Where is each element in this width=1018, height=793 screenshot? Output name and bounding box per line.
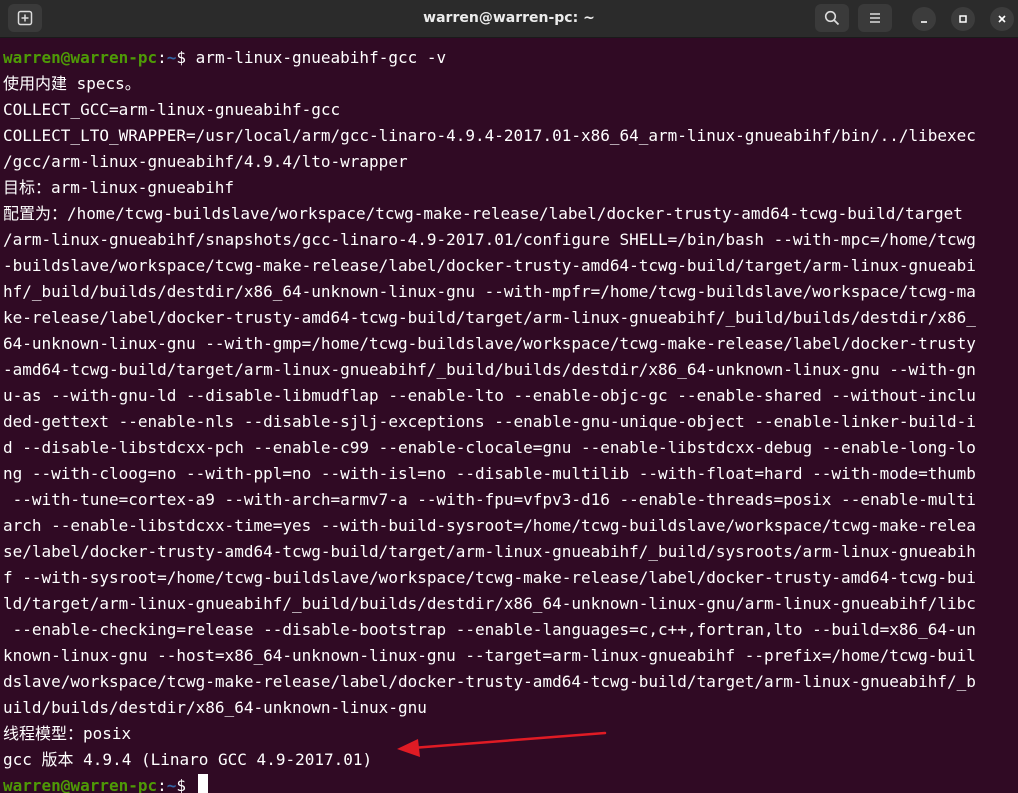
- terminal-window: warren@warren-pc: ~ warren@warren-pc:~$ …: [0, 0, 1018, 793]
- annotation-arrow: [397, 731, 607, 757]
